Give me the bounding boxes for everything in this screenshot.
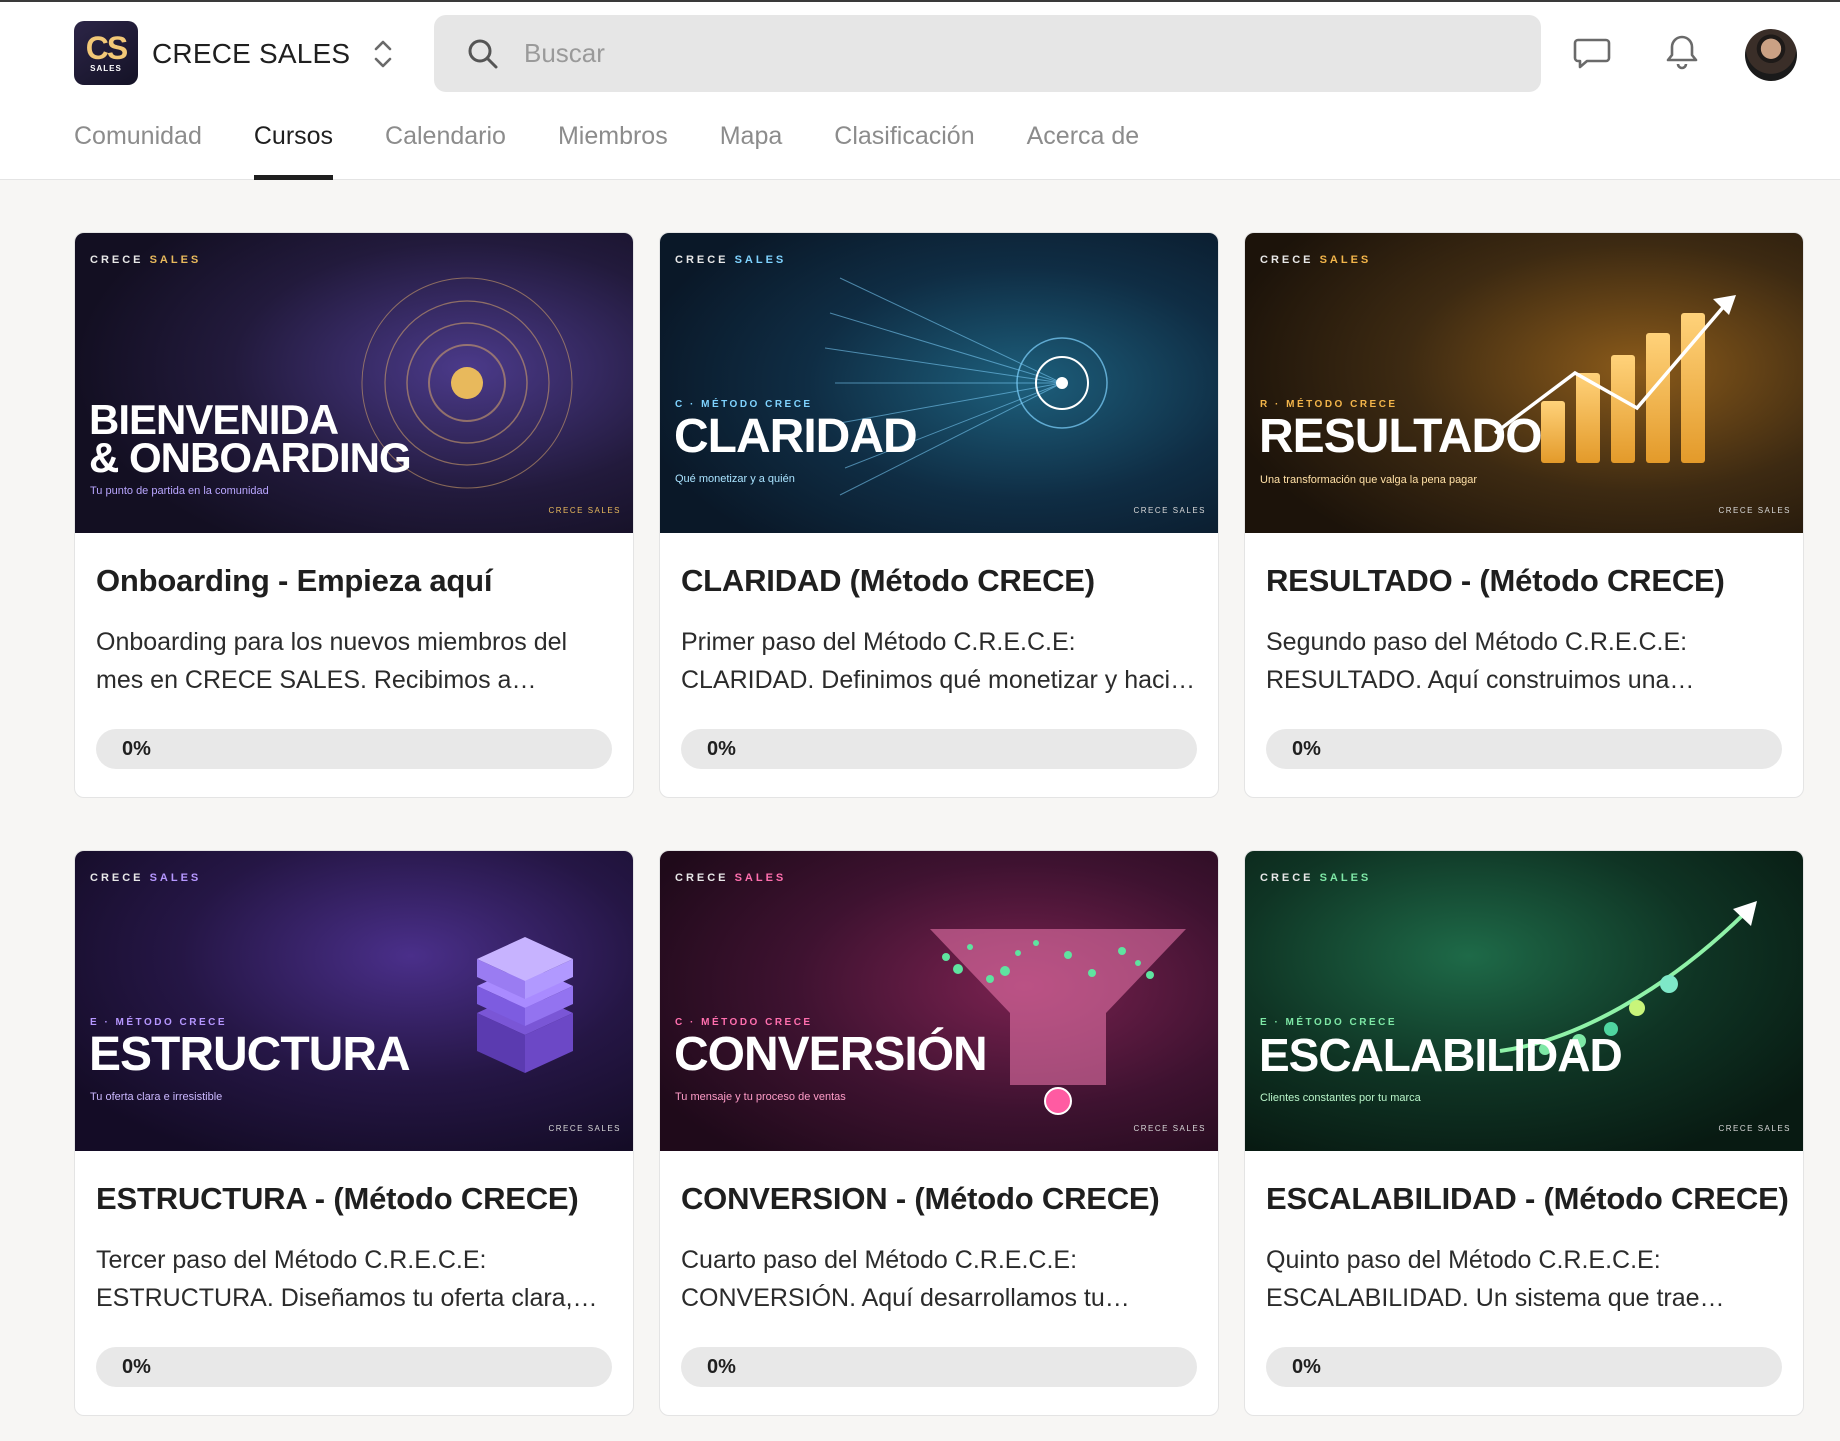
progress-label: 0% [122,738,151,760]
cover-brand-b: SALES [1319,872,1372,884]
funnel-illustration [660,851,1218,1151]
progress-label: 0% [122,1356,151,1378]
cover-footer-brand: CRECE SALES [1133,1124,1206,1133]
course-card-resultado[interactable]: CRECE SALES R · MÉTODO CRECE RESULTADO U… [1244,232,1804,798]
cover-step-label: E · MÉTODO CRECE [1260,1017,1398,1028]
cover-tagline: Tu punto de partida en la comunidad [90,485,269,497]
course-cover-image: CRECE SALES E · MÉTODO CRECE ESCALABILID… [1245,851,1803,1151]
tab-calendario[interactable]: Calendario [385,112,506,180]
cover-tagline: Una transformación que valga la pena pag… [1260,474,1478,486]
cover-brand-a: CRECE [90,254,144,266]
search-bar[interactable] [434,15,1541,92]
cover-step-label: E · MÉTODO CRECE [90,1017,228,1028]
course-progress-bar: 0% [96,729,612,769]
cover-footer-brand: CRECE SALES [1133,506,1206,515]
course-card-conversion[interactable]: CRECE SALES C · MÉTODO CRECE CONVERSIÓN … [659,850,1219,1416]
course-description: Primer paso del Método C.R.E.C.E: CLARID… [681,628,1196,694]
chat-icon[interactable] [1572,32,1612,72]
cover-brand-a: CRECE [675,254,729,266]
community-switcher-chevrons-icon[interactable] [372,36,394,72]
course-description: Onboarding para los nuevos miembros del … [96,628,568,694]
cover-brand-b: SALES [734,872,787,884]
cover-tagline: Clientes constantes por tu marca [1260,1092,1421,1104]
cover-step-label: R · MÉTODO CRECE [1260,399,1398,410]
cover-footer-brand: CRECE SALES [548,1124,621,1133]
cover-big-title: CONVERSIÓN [674,1028,988,1081]
search-input[interactable] [524,38,1424,69]
stacked-layers-illustration [75,851,633,1151]
top-header: CS SALES CRECE SALES Comunidad Cursos Ca… [0,2,1840,180]
progress-label: 0% [1292,738,1321,760]
course-progress-bar: 0% [681,729,1197,769]
course-description: Segundo paso del Método C.R.E.C.E: RESUL… [1266,628,1695,694]
cover-footer-brand: CRECE SALES [1718,506,1791,515]
cover-tagline: Tu oferta clara e irresistible [90,1091,223,1103]
course-cover-image: CRECE SALES R · MÉTODO CRECE RESULTADO U… [1245,233,1803,533]
cover-brand-b: SALES [734,254,787,266]
cover-big-title: BIENVENIDA & ONBOARDING [89,396,412,481]
cover-big-title: ESCALABILIDAD [1259,1029,1623,1081]
tab-clasificacion[interactable]: Clasificación [834,112,974,180]
tab-cursos[interactable]: Cursos [253,112,334,180]
progress-label: 0% [707,1356,736,1378]
search-icon [468,39,498,68]
course-description: Cuarto paso del Método C.R.E.C.E: CONVER… [681,1246,1130,1312]
logo-subtext: SALES [90,64,122,73]
cover-step-label: C · MÉTODO CRECE [675,1017,813,1028]
course-description: Quinto paso del Método C.R.E.C.E: ESCALA… [1266,1246,1725,1312]
cover-footer-brand: CRECE SALES [1718,1124,1791,1133]
course-card-onboarding[interactable]: CRECE SALES BIENVENIDA & ONBOARDING Tu p… [74,232,634,798]
course-title: CONVERSION - (Método CRECE) [681,1181,1160,1216]
tab-acerca-de[interactable]: Acerca de [1027,112,1140,180]
course-cover-image: CRECE SALES C · MÉTODO CRECE CLARIDAD Qu… [660,233,1218,533]
course-title: ESCALABILIDAD - (Método CRECE) [1266,1181,1789,1216]
tab-mapa[interactable]: Mapa [720,112,783,180]
cover-big-title: RESULTADO [1259,410,1543,463]
user-avatar[interactable] [1745,29,1797,81]
course-cover-image: CRECE SALES BIENVENIDA & ONBOARDING Tu p… [75,233,633,533]
cover-tagline: Tu mensaje y tu proceso de ventas [675,1091,846,1103]
progress-label: 0% [707,738,736,760]
main-tabs: Comunidad Cursos Calendario Miembros Map… [74,112,1139,180]
cover-big-title: ESTRUCTURA [89,1028,411,1081]
tab-miembros[interactable]: Miembros [558,112,668,180]
cover-tagline: Qué monetizar y a quién [675,473,795,485]
logo-text: CS [85,30,128,66]
course-card-claridad[interactable]: CRECE SALES C · MÉTODO CRECE CLARIDAD Qu… [659,232,1219,798]
course-cover-image: CRECE SALES E · MÉTODO CRECE ESTRUCTURA … [75,851,633,1151]
cover-brand-b: SALES [149,872,202,884]
cover-brand-a: CRECE [1260,254,1314,266]
course-progress-bar: 0% [681,1347,1197,1387]
cover-brand-b: SALES [149,254,202,266]
course-title: ESTRUCTURA - (Método CRECE) [96,1181,579,1216]
community-logo[interactable]: CS SALES [74,21,138,85]
bell-icon[interactable] [1662,32,1702,72]
growth-curve-illustration [1245,851,1803,1151]
target-rays-illustration [660,233,1218,533]
tab-comunidad[interactable]: Comunidad [74,112,202,180]
course-card-escalabilidad[interactable]: CRECE SALES E · MÉTODO CRECE ESCALABILID… [1244,850,1804,1416]
cover-brand-b: SALES [1319,254,1372,266]
course-description: Tercer paso del Método C.R.E.C.E: ESTRUC… [96,1246,598,1312]
course-cover-image: CRECE SALES C · MÉTODO CRECE CONVERSIÓN … [660,851,1218,1151]
cover-brand-a: CRECE [675,872,729,884]
course-card-estructura[interactable]: CRECE SALES E · MÉTODO CRECE ESTRUCTURA … [74,850,634,1416]
course-progress-bar: 0% [1266,1347,1782,1387]
course-progress-bar: 0% [1266,729,1782,769]
course-progress-bar: 0% [96,1347,612,1387]
growth-bars-illustration [1245,233,1803,533]
course-title: RESULTADO - (Método CRECE) [1266,563,1725,598]
cover-footer-brand: CRECE SALES [548,506,621,515]
cover-brand-a: CRECE [90,872,144,884]
cover-step-label: C · MÉTODO CRECE [675,399,813,410]
community-name[interactable]: CRECE SALES [152,38,350,70]
course-title: CLARIDAD (Método CRECE) [681,563,1095,598]
progress-label: 0% [1292,1356,1321,1378]
course-grid: CRECE SALES BIENVENIDA & ONBOARDING Tu p… [74,232,1804,1416]
cover-brand-a: CRECE [1260,872,1314,884]
cover-big-title: CLARIDAD [674,410,918,463]
course-title: Onboarding - Empieza aquí [96,563,493,598]
